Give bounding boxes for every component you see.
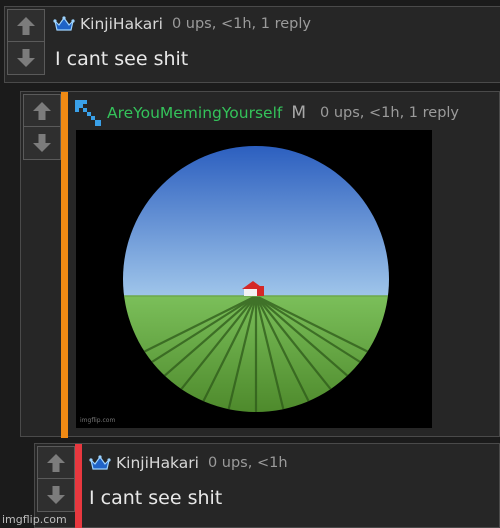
- vote-controls: [37, 446, 75, 512]
- downvote-button[interactable]: [37, 479, 75, 512]
- comment-3: KinjiHakari 0 ups, <1h I cant see shit: [34, 443, 500, 528]
- reply-accent-bar: [75, 444, 82, 528]
- downvote-button[interactable]: [7, 42, 45, 75]
- site-watermark: imgflip.com: [2, 513, 67, 526]
- username-link[interactable]: KinjiHakari: [116, 454, 199, 472]
- comment-1: KinjiHakari 0 ups, <1h, 1 reply I cant s…: [4, 6, 500, 83]
- field-meme-image: [123, 146, 389, 412]
- comment-header: KinjiHakari 0 ups, <1h, 1 reply: [53, 15, 311, 33]
- comment-header: AreYouMemingYourself M 0 ups, <1h, 1 rep…: [75, 100, 459, 126]
- downvote-button[interactable]: [23, 127, 61, 160]
- comment-text: I cant see shit: [89, 487, 223, 509]
- up-arrow-icon: [17, 16, 35, 35]
- crown-icon: [53, 16, 75, 31]
- mod-badge: M: [291, 103, 307, 123]
- comment-text: I cant see shit: [55, 48, 189, 70]
- up-arrow-icon: [33, 101, 51, 120]
- down-arrow-icon: [47, 486, 65, 504]
- comment-image[interactable]: imgflip.com: [76, 130, 432, 428]
- upvote-button[interactable]: [37, 446, 75, 479]
- username-link[interactable]: KinjiHakari: [80, 15, 163, 33]
- vote-controls: [7, 9, 45, 75]
- down-arrow-icon: [33, 134, 51, 152]
- username-link[interactable]: AreYouMemingYourself: [107, 104, 282, 122]
- down-arrow-icon: [17, 49, 35, 67]
- crown-icon: [89, 455, 111, 470]
- comment-header: KinjiHakari 0 ups, <1h: [89, 454, 288, 472]
- comment-meta: 0 ups, <1h, 1 reply: [171, 16, 311, 32]
- comment-2: AreYouMemingYourself M 0 ups, <1h, 1 rep…: [20, 91, 500, 438]
- upvote-button[interactable]: [7, 9, 45, 42]
- comment-meta: 0 ups, <1h: [207, 455, 288, 471]
- image-credit: imgflip.com: [80, 417, 116, 424]
- up-arrow-icon: [47, 453, 65, 472]
- vote-controls: [23, 94, 61, 160]
- pixel-arrow-icon: [75, 100, 101, 126]
- reply-accent-bar: [61, 92, 68, 438]
- comment-meta: 0 ups, <1h, 1 reply: [320, 105, 460, 121]
- upvote-button[interactable]: [23, 94, 61, 127]
